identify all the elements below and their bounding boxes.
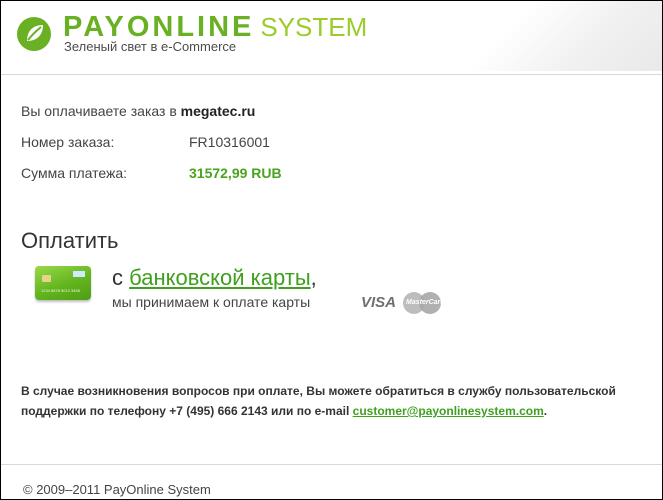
- support-email-link[interactable]: customer@payonlinesystem.com: [353, 404, 544, 418]
- bank-card-icon[interactable]: 1234 5678 9012 3456: [35, 266, 91, 300]
- header-divider: [1, 74, 662, 75]
- pay-method-suffix: ,: [310, 265, 317, 290]
- amount-value: 31572,99 RUB: [189, 165, 282, 181]
- header-corner-decoration: [402, 1, 662, 71]
- order-number-value: FR10316001: [189, 134, 270, 150]
- paying-for-label: Вы оплачиваете заказ в: [21, 103, 177, 119]
- order-merchant-line: Вы оплачиваете заказ в megatec.ru: [21, 103, 255, 119]
- brand-suffix: SYSTEM: [260, 12, 368, 42]
- pay-section-title: Оплатить: [21, 228, 119, 253]
- bank-card-link[interactable]: банковской карты: [129, 265, 311, 290]
- pay-method-prefix: с: [112, 265, 123, 290]
- footer-copyright: © 2009–2011 PayOnline System: [23, 482, 211, 497]
- support-end: .: [543, 404, 548, 418]
- support-notice: В случае возникновения вопросов при опла…: [21, 381, 661, 421]
- brand-tagline: Зеленый свет в e-Commerce: [64, 39, 237, 54]
- accepted-cards-text: мы принимаем к оплате карты: [112, 294, 311, 310]
- amount-row: Сумма платежа: 31572,99 RUB: [21, 165, 282, 181]
- card-visa-badge: [73, 271, 85, 277]
- mastercard-label: MasterCard: [406, 299, 445, 306]
- merchant-name: megatec.ru: [180, 103, 256, 119]
- mastercard-logo: MasterCard: [403, 291, 445, 315]
- visa-logo: VISA: [361, 294, 397, 311]
- amount-label: Сумма платежа:: [21, 165, 128, 181]
- payonline-leaf-logo: [17, 17, 51, 51]
- order-number-row: Номер заказа: FR10316001: [21, 134, 270, 150]
- order-number-label: Номер заказа:: [21, 134, 115, 150]
- pay-by-card-line: с банковской карты,: [112, 265, 317, 291]
- card-number-text: 1234 5678 9012 3456: [41, 288, 80, 293]
- card-chip: [42, 275, 51, 282]
- footer-divider: [1, 464, 662, 465]
- payment-page: PAYONLINE SYSTEM Зеленый свет в e-Commerc…: [0, 0, 663, 500]
